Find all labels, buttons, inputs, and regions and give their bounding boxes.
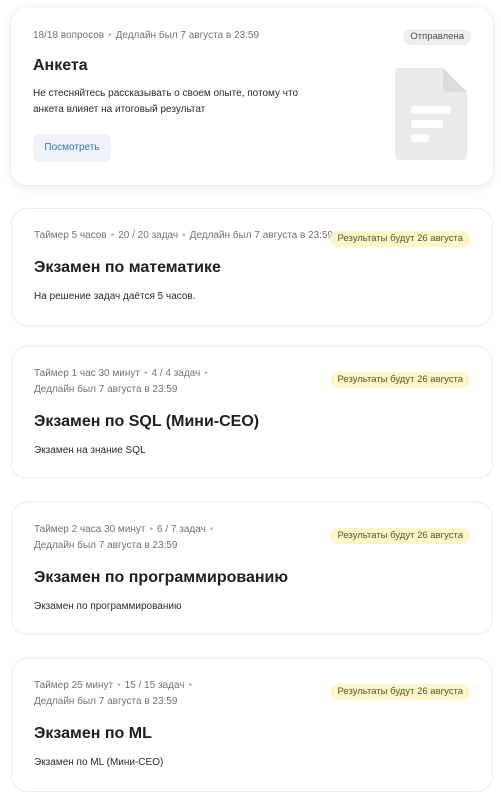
status-badge: Отправлена bbox=[403, 29, 471, 45]
exam-card[interactable]: Таймер 2 часа 30 минут • 6 / 7 задач • Дедл… bbox=[11, 502, 493, 635]
card-description: Не стесняйтесь рассказывать о своем опыт… bbox=[33, 86, 298, 118]
task-count: 4 / 4 задач bbox=[151, 368, 201, 379]
results-badge: Результаты будут 26 августа bbox=[330, 231, 470, 247]
exam-card[interactable]: Таймер 25 минут • 15 / 15 задач • Дедлайн б… bbox=[11, 658, 493, 792]
exam-description: Экзамен на знание SQL bbox=[34, 445, 146, 456]
exam-meta: Таймер 2 часа 30 минут • 6 / 7 задач • Дедл… bbox=[34, 522, 342, 554]
separator-dot: • bbox=[204, 368, 208, 379]
card-title: Анкета bbox=[33, 57, 88, 74]
deadline-text: Дедлайн был 7 августа в 23:59 bbox=[34, 384, 178, 395]
separator-dot: • bbox=[182, 230, 186, 241]
separator-dot: • bbox=[143, 368, 148, 379]
exam-card[interactable]: Таймер 5 часов • 20 / 20 задач • Дедлайн был… bbox=[11, 208, 493, 326]
exam-meta: Таймер 5 часов • 20 / 20 задач • Дедлайн был… bbox=[34, 228, 342, 244]
exam-meta: Таймер 1 час 30 минут • 4 / 4 задач • Дедла… bbox=[34, 366, 342, 398]
results-badge: Результаты будут 26 августа bbox=[330, 372, 470, 388]
results-badge: Результаты будут 26 августа bbox=[330, 684, 470, 700]
timer-text: Таймер 25 минут bbox=[34, 680, 114, 691]
exam-description: Экзамен по программированию bbox=[34, 601, 182, 612]
task-count: 20 / 20 задач bbox=[118, 230, 179, 241]
description-line: Не стесняйтесь рассказывать о своем опыт… bbox=[33, 88, 299, 99]
timer-text: Таймер 5 часов bbox=[34, 230, 107, 241]
view-button[interactable]: Посмотреть bbox=[33, 134, 111, 162]
deadline-text: Дедлайн был 7 августа в 23:59 bbox=[115, 30, 260, 41]
deadline-text: Дедлайн был 7 августа в 23:59 bbox=[34, 696, 178, 707]
timer-text: Таймер 1 час 30 минут bbox=[34, 368, 140, 379]
exam-title: Экзамен по ML bbox=[34, 725, 152, 742]
exam-meta: Таймер 25 минут • 15 / 15 задач • Дедлайн б… bbox=[34, 678, 342, 710]
document-icon bbox=[395, 68, 467, 160]
exam-title: Экзамен по программированию bbox=[34, 569, 289, 586]
exam-card[interactable]: Таймер 1 час 30 минут • 4 / 4 задач • Дедла… bbox=[11, 346, 493, 479]
survey-card[interactable]: 18/18 вопросов • Дедлайн был 7 августа в 2… bbox=[11, 8, 493, 185]
exam-title: Экзамен по SQL (Мини-CEO) bbox=[34, 413, 260, 430]
exam-description: Экзамен по ML (Мини-CEO) bbox=[34, 757, 164, 768]
separator-dot: • bbox=[117, 680, 121, 691]
exam-description: На решение задач даётся 5 часов. bbox=[34, 291, 196, 302]
deadline-text: Дедлайн был 7 августа в 23:59 bbox=[34, 540, 178, 551]
timer-text: Таймер 2 часа 30 минут bbox=[34, 524, 146, 535]
survey-meta: 18/18 вопросов • Дедлайн был 7 августа в 2… bbox=[33, 28, 343, 44]
task-count: 15 / 15 задач bbox=[124, 680, 185, 691]
separator-dot: • bbox=[110, 230, 115, 241]
question-count: 18/18 вопросов bbox=[33, 30, 105, 41]
exam-title: Экзамен по математике bbox=[34, 259, 221, 276]
task-count: 6 / 7 задач bbox=[157, 524, 206, 535]
deadline-text: Дедлайн был 7 августа в 23:59 bbox=[189, 230, 334, 241]
results-badge: Результаты будут 26 августа bbox=[330, 528, 470, 544]
separator-dot: • bbox=[108, 30, 112, 41]
separator-dot: • bbox=[149, 524, 154, 535]
separator-dot: • bbox=[188, 680, 192, 691]
description-line: анкета влияет на итоговый результат bbox=[33, 104, 206, 115]
separator-dot: • bbox=[209, 524, 214, 535]
